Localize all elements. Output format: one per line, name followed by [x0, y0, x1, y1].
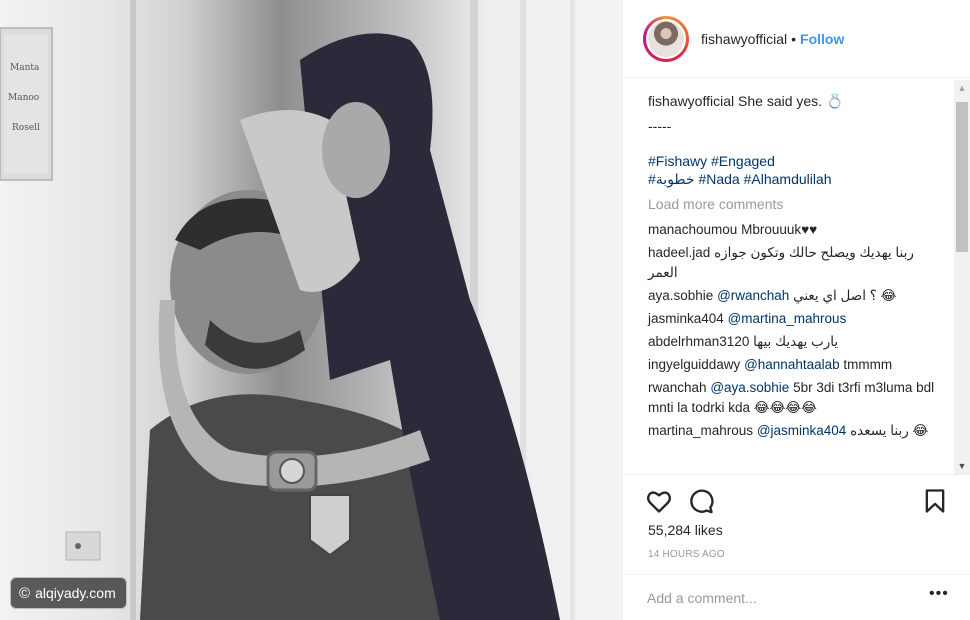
avatar[interactable] — [646, 18, 686, 59]
couple-photo-illustration: Manta Manoo Rosell — [0, 0, 575, 620]
likes-count[interactable]: 55,284 likes — [648, 522, 723, 538]
svg-text:Manoo: Manoo — [8, 93, 39, 103]
bookmark-icon — [925, 489, 945, 513]
comment-username[interactable]: aya.sobhie — [648, 288, 713, 303]
caption-hashtags: #Fishawy #Engaged #خطوبة #Nada #Alhamdul… — [648, 152, 955, 188]
add-comment-input[interactable] — [647, 587, 917, 609]
comment-item: rwanchah @aya.sobhie 5br 3di t3rfi m3lum… — [648, 378, 938, 418]
like-button[interactable] — [645, 487, 673, 515]
comment-item: abdelrhman3120 يارب يهديك بيها — [648, 332, 938, 352]
comment-username[interactable]: abdelrhman3120 — [648, 334, 749, 349]
caption-text: She said yes. 💍 — [738, 93, 844, 109]
comment-mention[interactable]: @martina_mahrous — [728, 311, 847, 326]
comment-mention[interactable]: @hannahtaalab — [744, 357, 840, 372]
svg-text:Manta: Manta — [10, 63, 40, 73]
post-photo[interactable]: Manta Manoo Rosell © alqiyady.com — [0, 0, 622, 620]
comment-item: manachoumou Mbrouuuk♥♥ — [648, 220, 938, 240]
scrollbar-thumb[interactable] — [956, 102, 968, 252]
comment-text: يارب يهديك بيها — [753, 334, 839, 349]
avatar-story-ring[interactable] — [643, 15, 689, 62]
heart-icon — [646, 491, 672, 513]
comment-username[interactable]: hadeel.jad — [648, 245, 710, 260]
watermark-text: alqiyady.com — [35, 585, 116, 601]
comment-username[interactable]: jasminka404 — [648, 311, 724, 326]
save-button[interactable] — [921, 487, 949, 515]
scroll-up-arrow-icon[interactable]: ▲ — [954, 80, 970, 96]
add-comment-bar: ••• — [623, 574, 970, 620]
post-details-panel: fishawyofficial • Follow fishawyofficial… — [622, 0, 970, 620]
load-more-comments-button[interactable]: Load more comments — [648, 196, 955, 212]
post-actions-bar — [623, 474, 970, 528]
more-options-button[interactable]: ••• — [929, 585, 949, 603]
comments-list[interactable]: fishawyofficial She said yes. 💍 ----- #F… — [623, 80, 955, 474]
caption: fishawyofficial She said yes. 💍 — [648, 92, 955, 110]
hashtags-line-1[interactable]: #Fishawy #Engaged — [648, 152, 955, 170]
comment-username[interactable]: manachoumou — [648, 222, 737, 237]
comments-scrollbar[interactable]: ▲ ▼ — [954, 80, 970, 474]
comment-item: aya.sobhie @rwanchah ؟ اصل اي يعني 😂 — [648, 286, 938, 306]
comment-username[interactable]: martina_mahrous — [648, 423, 753, 438]
comment-username[interactable]: rwanchah — [648, 380, 707, 395]
svg-text:Rosell: Rosell — [12, 123, 40, 133]
comment-text: tmmmm — [843, 357, 893, 372]
comment-text: Mbrouuuk♥♥ — [741, 222, 818, 237]
post-timestamp[interactable]: 14 HOURS AGO — [648, 549, 725, 560]
comment-text: ؟ اصل اي يعني 😂 — [793, 288, 897, 303]
header-separator: • — [791, 30, 797, 47]
comment-item: ingyelguiddawy @hannahtaalab tmmmm — [648, 355, 938, 375]
scroll-down-arrow-icon[interactable]: ▼ — [954, 458, 970, 474]
watermark-badge: © alqiyady.com — [10, 577, 127, 609]
comment-icon — [690, 489, 714, 514]
caption-username[interactable]: fishawyofficial — [648, 93, 734, 109]
post-header: fishawyofficial • Follow — [623, 0, 970, 78]
comment-item: jasminka404 @martina_mahrous — [648, 309, 938, 329]
comment-button[interactable] — [687, 487, 715, 515]
comment-item: hadeel.jad ربنا يهديك ويصلح حالك وتكون ج… — [648, 243, 938, 283]
header-username[interactable]: fishawyofficial — [701, 31, 787, 47]
comment-username[interactable]: ingyelguiddawy — [648, 357, 740, 372]
comment-mention[interactable]: @jasminka404 — [757, 423, 847, 438]
comment-text: ربنا يسعده 😂 — [850, 423, 929, 438]
follow-button[interactable]: Follow — [800, 31, 844, 47]
hashtags-line-2[interactable]: #خطوبة #Nada #Alhamdulilah — [648, 170, 955, 188]
comment-item: martina_mahrous @jasminka404 ربنا يسعده … — [648, 421, 938, 441]
copyright-icon: © — [19, 584, 31, 602]
comment-mention[interactable]: @rwanchah — [717, 288, 789, 303]
comment-mention[interactable]: @aya.sobhie — [710, 380, 789, 395]
caption-dashes: ----- — [648, 118, 672, 134]
